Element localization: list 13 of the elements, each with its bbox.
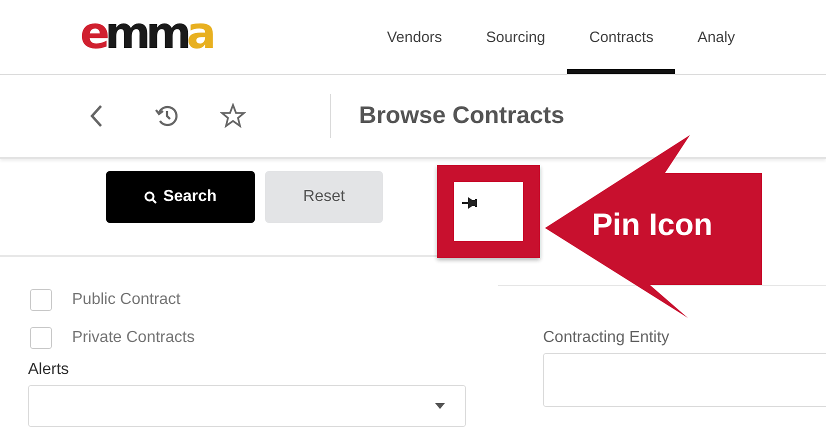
callout-label: Pin Icon <box>592 207 713 243</box>
page-title: Browse Contracts <box>359 102 564 130</box>
logo: emma <box>80 12 213 56</box>
nav-tab[interactable]: Analy <box>675 0 757 74</box>
reset-button[interactable]: Reset <box>264 171 384 223</box>
search-button[interactable]: Search <box>106 171 255 223</box>
checkbox-label: Public Contract <box>72 291 180 309</box>
nav-tab[interactable]: Sourcing <box>464 0 568 74</box>
nav-tab[interactable]: Vendors <box>365 0 464 74</box>
nav-tab[interactable]: Contracts <box>567 0 676 74</box>
field-label: Alerts <box>28 361 70 379</box>
checkbox-label: Private Contracts <box>72 329 195 347</box>
field-label: Contracting Entity <box>543 329 670 347</box>
